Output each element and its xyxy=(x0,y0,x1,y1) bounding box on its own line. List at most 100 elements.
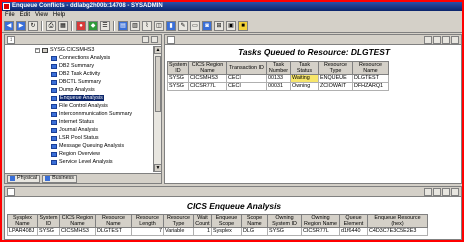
scroll-up-icon[interactable]: ▲ xyxy=(154,46,162,54)
tree-item[interactable]: File Control Analysis xyxy=(51,103,108,109)
bar-chart-icon[interactable]: ▮ xyxy=(166,20,176,31)
table-cell: SYSG xyxy=(167,74,189,83)
tree-item[interactable]: DBCTL Summary xyxy=(51,79,101,85)
scroll-down-icon[interactable]: ▼ xyxy=(154,164,162,172)
tree-item[interactable]: DB2 Task Activity xyxy=(51,71,100,77)
table-cell: SYSG xyxy=(37,227,60,236)
tree-item[interactable]: Interconnmunication Summary xyxy=(51,111,132,117)
workspace-icon xyxy=(51,159,57,165)
line-chart-icon[interactable]: ⌇ xyxy=(142,20,152,31)
back-icon[interactable]: ◀ xyxy=(4,20,14,31)
split-horizontal-icon[interactable] xyxy=(424,36,432,44)
column-header[interactable]: Owning System ID xyxy=(267,214,302,228)
print-icon[interactable]: ⎙ xyxy=(46,20,56,31)
column-header[interactable]: Owning Region Name xyxy=(301,214,340,228)
column-header[interactable]: Resource Name xyxy=(95,214,132,228)
chart-view-icon[interactable]: ▥ xyxy=(130,20,140,31)
menu-help[interactable]: Help xyxy=(53,11,65,19)
table-cell: LPAR408J xyxy=(7,227,38,236)
table-row[interactable]: LPAR408J SYSG CICSMHS3 DLGTEST 7 Variabl… xyxy=(7,227,428,236)
terminal-icon[interactable]: ▭ xyxy=(190,20,200,31)
table-cell: Sysplex xyxy=(211,227,242,236)
table-cell: 00031 xyxy=(266,82,291,91)
tree-item[interactable]: Service Level Analysis xyxy=(51,159,113,165)
plot-icon[interactable]: ◫ xyxy=(154,20,164,31)
tree-item[interactable]: Internet Status xyxy=(51,119,94,125)
column-header[interactable]: Enqueue Resource (hex) xyxy=(367,214,428,228)
event-icon[interactable]: ▣ xyxy=(226,20,236,31)
collapse-icon[interactable]: − xyxy=(35,47,40,53)
enqueue-analysis-pane: CICS Enqueue Analysis Sysplex Name Syste… xyxy=(4,186,462,240)
tree-item-label: Internet Status xyxy=(59,119,95,125)
tree-root[interactable]: − SYSG.CICSMHS3 xyxy=(35,47,94,53)
tree-item[interactable]: Message Queuing Analysis xyxy=(51,143,124,149)
scroll-thumb[interactable] xyxy=(155,56,161,112)
column-header[interactable]: Resource Length xyxy=(131,214,164,228)
menu-edit[interactable]: Edit xyxy=(20,11,30,19)
pane-controls xyxy=(424,36,459,44)
topology-icon[interactable]: ⊞ xyxy=(214,20,224,31)
workspace-icon xyxy=(51,55,57,61)
navigator-scrollbar[interactable]: ▲ ▼ xyxy=(153,46,162,172)
column-header[interactable]: Scope Name xyxy=(241,214,268,228)
split-icon[interactable] xyxy=(142,36,149,43)
column-header[interactable]: Resource Type xyxy=(163,214,194,228)
column-header[interactable]: Resource Name xyxy=(352,61,389,75)
column-header[interactable]: System ID xyxy=(37,214,60,228)
split-horizontal-icon[interactable] xyxy=(424,188,432,196)
table-cell: 7 xyxy=(131,227,164,236)
close-icon[interactable] xyxy=(451,188,459,196)
tree-item[interactable]: Region Overview xyxy=(51,151,100,157)
pane-controls xyxy=(424,188,459,196)
table-cell: C4D3C7E3C5E2E3 xyxy=(367,227,428,236)
column-header[interactable]: Resource Type xyxy=(318,61,353,75)
table-view-icon[interactable]: ▤ xyxy=(118,20,128,31)
tree-item-label: DB2 Task Activity xyxy=(59,71,101,77)
tree-item[interactable]: Connections Analysis xyxy=(51,55,110,61)
workspace-icon xyxy=(51,63,57,69)
column-header[interactable]: Task Number xyxy=(266,61,291,75)
workspace-icon xyxy=(51,95,57,101)
browser-icon[interactable]: ◙ xyxy=(202,20,212,31)
close-icon[interactable] xyxy=(451,36,459,44)
column-header[interactable]: Task Status xyxy=(290,61,319,75)
column-header[interactable]: Queue Element xyxy=(339,214,368,228)
tab-business[interactable]: Business xyxy=(42,174,77,183)
tree-item-selected[interactable]: Enqueue Analysis xyxy=(51,95,104,101)
column-header[interactable]: Sysplex Name xyxy=(7,214,38,228)
column-header[interactable]: Enqueue Scope xyxy=(211,214,242,228)
table-row[interactable]: SYSG CICSR77L CECI 00031 Owning ZCIOWAIT… xyxy=(167,82,389,91)
column-header[interactable]: System ID xyxy=(167,61,189,75)
table-cell: ZCIOWAIT xyxy=(318,82,353,91)
forward-icon[interactable]: ▶ xyxy=(16,20,26,31)
workspace-icon[interactable]: ▦ xyxy=(58,20,68,31)
maximize-icon[interactable] xyxy=(151,36,158,43)
situation-icon[interactable]: ◆ xyxy=(88,20,98,31)
tab-physical[interactable]: Physical xyxy=(7,174,41,183)
workspace-icon xyxy=(51,143,57,149)
menu-view[interactable]: View xyxy=(35,11,48,19)
enqueue-table: Sysplex Name System ID CICS Region Name … xyxy=(7,214,428,236)
notepad-icon[interactable]: ✎ xyxy=(178,20,188,31)
refresh-icon[interactable]: ↻ xyxy=(28,20,38,31)
maximize-icon[interactable] xyxy=(442,188,450,196)
menu-file[interactable]: File xyxy=(5,11,15,19)
column-header[interactable]: CICS Region Name xyxy=(188,61,227,75)
split-vertical-icon[interactable] xyxy=(433,36,441,44)
tasks-queued-pane: Tasks Queued to Resource: DLGTEST System… xyxy=(164,34,462,184)
lock-icon[interactable]: ■ xyxy=(238,20,248,31)
column-header[interactable]: Transaction ID xyxy=(226,61,267,75)
split-vertical-icon[interactable] xyxy=(433,188,441,196)
tree-item[interactable]: DB2 Summary xyxy=(51,63,94,69)
tree-item[interactable]: LSR Pool Status xyxy=(51,135,99,141)
column-header[interactable]: CICS Region Name xyxy=(59,214,96,228)
maximize-icon[interactable] xyxy=(442,36,450,44)
properties-icon[interactable]: ☰ xyxy=(100,20,110,31)
tree-item[interactable]: Journal Analysis xyxy=(51,127,98,133)
stop-icon[interactable]: ● xyxy=(76,20,86,31)
table-row[interactable]: SYSG CICSMHS3 CECI 00133 Waiting ENQUEUE… xyxy=(167,74,389,83)
table-cell: CICSMHS3 xyxy=(59,227,96,236)
tree-item[interactable]: Dump Analysis xyxy=(51,87,95,93)
tasks-pane-header xyxy=(165,35,461,45)
column-header[interactable]: Wait Count xyxy=(193,214,212,228)
